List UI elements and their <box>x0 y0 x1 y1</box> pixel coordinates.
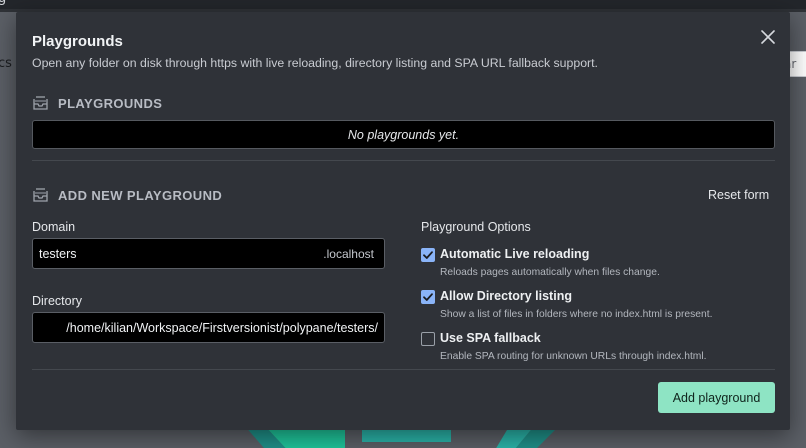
directory-listing-title: Allow Directory listing <box>440 289 572 303</box>
spa-fallback-title: Use SPA fallback <box>440 331 541 345</box>
checkmark-icon <box>423 293 433 301</box>
inbox-icon <box>33 96 48 110</box>
playgrounds-list: No playgrounds yet. <box>32 120 775 149</box>
section-divider <box>32 160 775 161</box>
domain-input[interactable]: testers .localhost <box>32 238 385 269</box>
directory-listing-checkbox[interactable] <box>421 290 435 304</box>
add-playground-button[interactable]: Add playground <box>658 382 775 413</box>
checkmark-icon <box>423 251 433 259</box>
background-top-bar: g <box>0 0 806 9</box>
playgrounds-dialog: Playgrounds Open any folder on disk thro… <box>16 12 790 430</box>
live-reloading-title: Automatic Live reloading <box>440 247 590 261</box>
background-top-bar-text: g <box>0 0 6 6</box>
live-reloading-description: Reloads pages automatically when files c… <box>440 267 660 278</box>
add-playground-section-header: ADD NEW PLAYGROUND <box>32 188 222 203</box>
playgrounds-section-heading: PLAYGROUNDS <box>58 96 163 111</box>
spa-fallback-checkbox[interactable] <box>421 332 435 346</box>
empty-state-message: No playgrounds yet. <box>347 127 460 142</box>
domain-label: Domain <box>32 220 76 234</box>
directory-input-value: /home/kilian/Workspace/Firstversionist/p… <box>66 321 378 335</box>
domain-input-value: testers <box>39 247 77 261</box>
domain-suffix: .localhost <box>323 247 374 261</box>
close-icon <box>761 30 775 44</box>
add-playground-section-heading: ADD NEW PLAYGROUND <box>58 188 223 203</box>
directory-label: Directory <box>32 294 83 308</box>
playgrounds-section-header: PLAYGROUNDS <box>32 96 162 111</box>
spa-fallback-description: Enable SPA routing for unknown URLs thro… <box>440 351 707 362</box>
directory-input[interactable]: /home/kilian/Workspace/Firstversionist/p… <box>32 312 385 343</box>
close-button[interactable] <box>759 28 777 46</box>
inbox-icon <box>33 188 48 202</box>
dialog-subtitle: Open any folder on disk through https wi… <box>32 56 598 70</box>
reset-form-button[interactable]: Reset form <box>708 188 769 202</box>
background-left-text: cs <box>0 56 12 71</box>
footer-divider <box>32 369 775 370</box>
live-reloading-checkbox[interactable] <box>421 248 435 262</box>
playground-options-label: Playground Options <box>421 220 531 234</box>
dialog-title: Playgrounds <box>32 33 123 50</box>
directory-listing-description: Show a list of files in folders where no… <box>440 309 713 320</box>
